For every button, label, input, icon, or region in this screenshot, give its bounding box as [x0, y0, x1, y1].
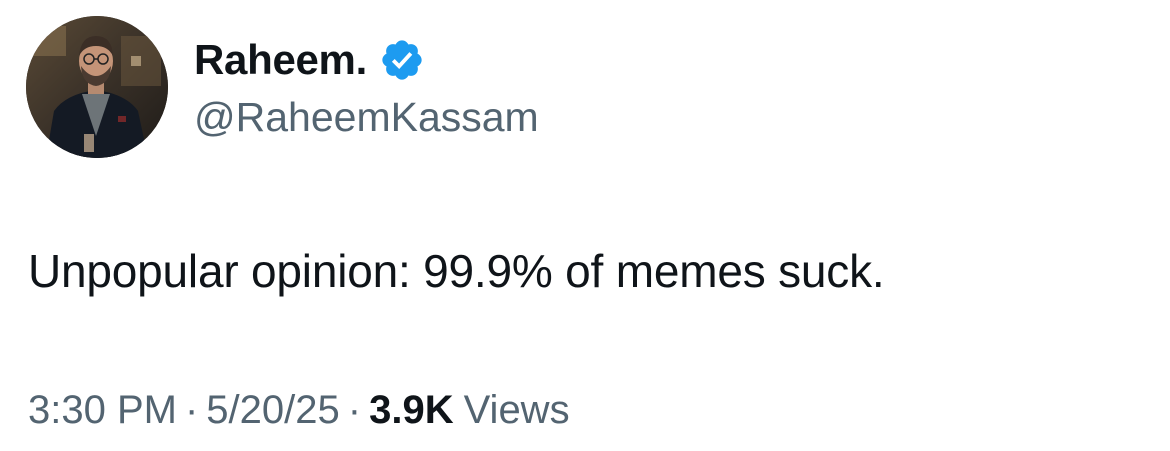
avatar[interactable] — [26, 16, 168, 158]
tweet-date[interactable]: 5/20/25 — [206, 388, 339, 433]
display-name[interactable]: Raheem. — [194, 36, 367, 84]
views-count[interactable]: 3.9K — [369, 388, 454, 433]
tweet-card: Raheem. @RaheemKassam Unpopular opinion:… — [0, 0, 1170, 451]
tweet-time[interactable]: 3:30 PM — [28, 388, 177, 433]
profile-photo-icon — [26, 16, 168, 158]
verified-badge-icon[interactable] — [379, 37, 425, 83]
views-label: Views — [463, 388, 570, 432]
tweet-text: Unpopular opinion: 99.9% of memes suck. — [28, 245, 885, 297]
meta-separator: · — [184, 388, 199, 432]
meta-separator: · — [347, 388, 362, 432]
author-handle[interactable]: @RaheemKassam — [194, 94, 539, 141]
author-name-row: Raheem. — [194, 34, 425, 86]
tweet-meta: 3:30 PM · 5/20/25 · 3.9K Views — [28, 388, 570, 433]
